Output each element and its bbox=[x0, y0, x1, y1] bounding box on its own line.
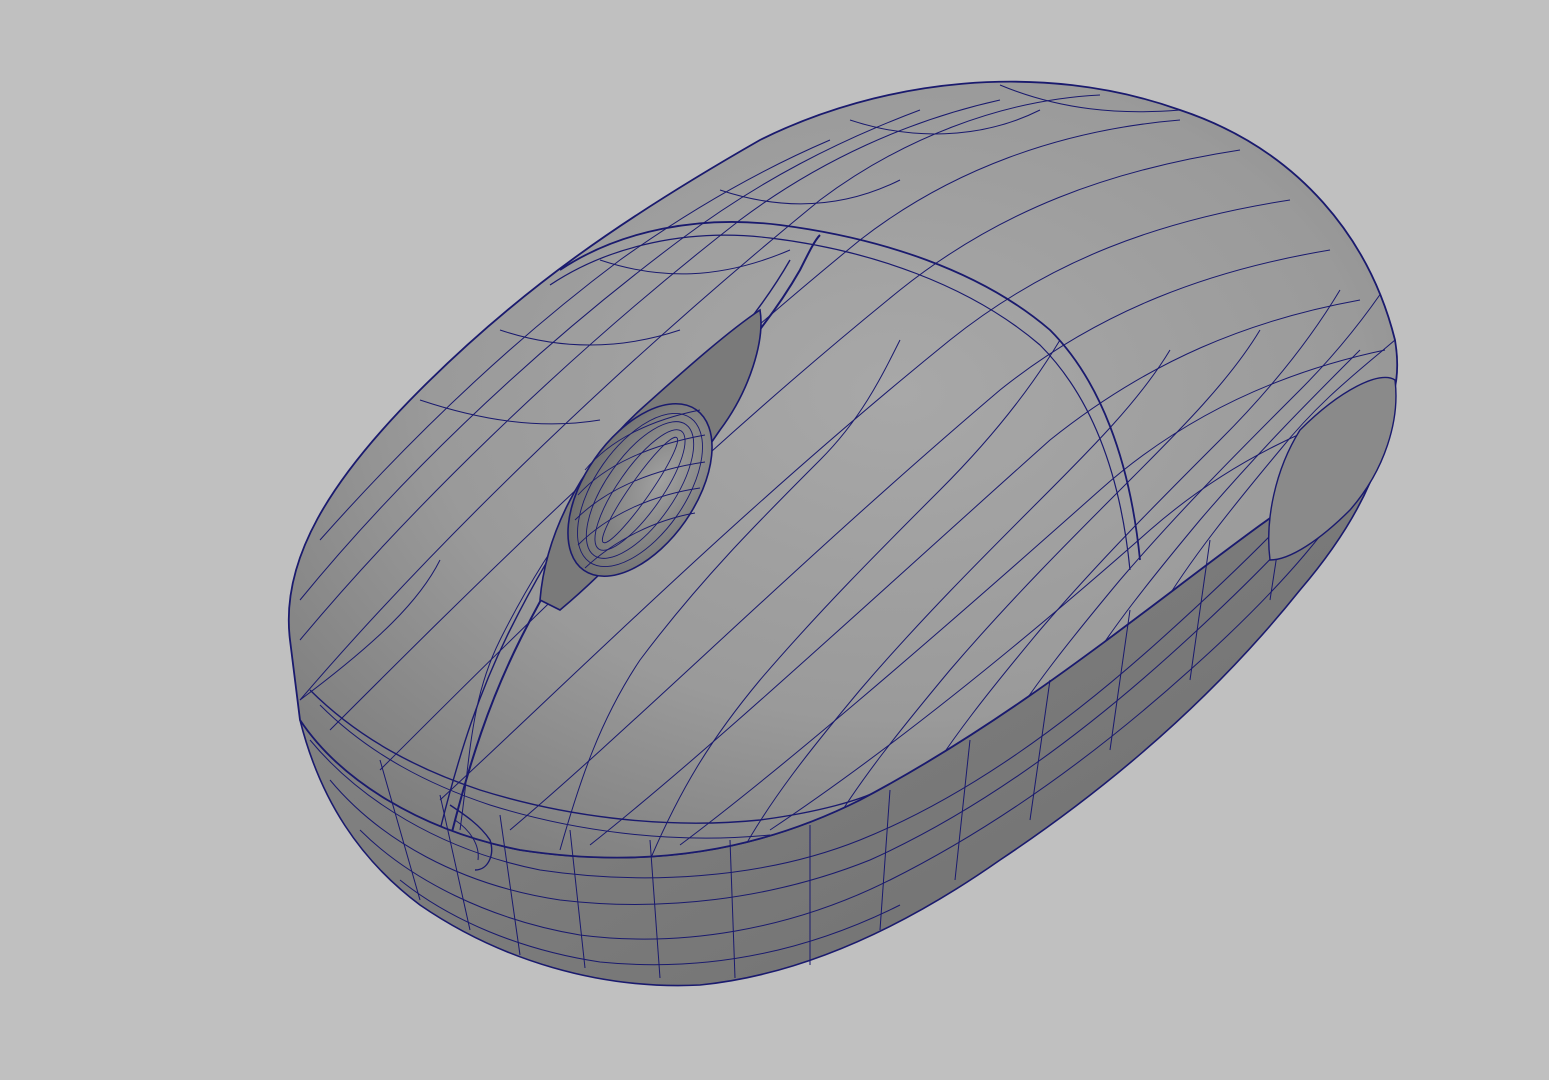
mouse-top-shell bbox=[287, 80, 1399, 859]
3d-viewport[interactable] bbox=[0, 0, 1549, 1080]
viewport-canvas bbox=[287, 80, 1399, 987]
